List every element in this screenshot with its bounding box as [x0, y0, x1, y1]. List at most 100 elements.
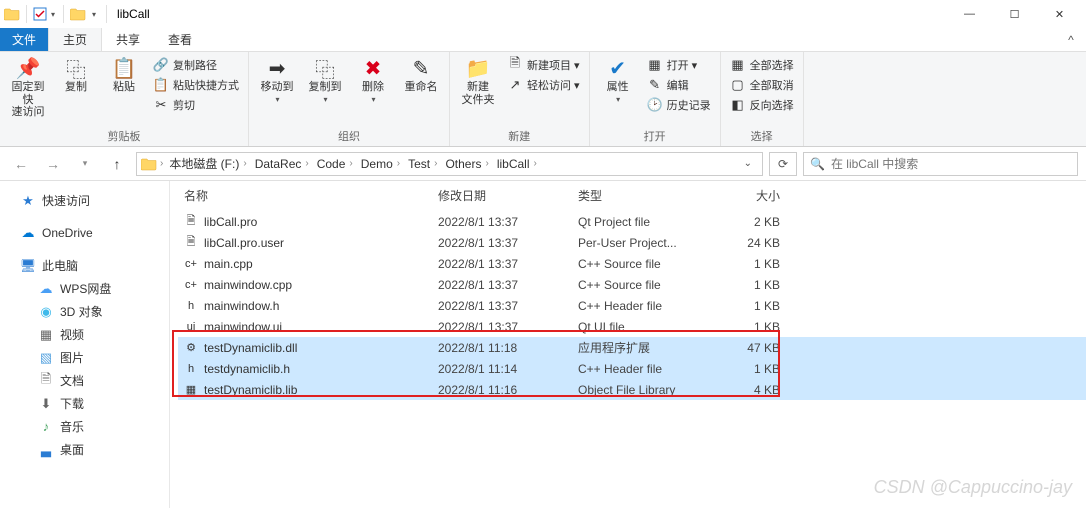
ribbon-big-button[interactable]: ⿻复制 [54, 54, 98, 96]
ribbon-big-button[interactable]: ✔属性▾ [596, 54, 640, 106]
ribbon-group-label: 选择 [727, 127, 797, 146]
breadcrumb-dropdown-icon[interactable]: ⌄ [738, 158, 758, 169]
ribbon-small-button[interactable]: 🔗复制路径 [150, 56, 242, 74]
sidebar-item[interactable]: ▦视频 [4, 323, 165, 346]
column-headers[interactable]: 名称 修改日期 类型 大小 [178, 187, 1086, 211]
search-box[interactable]: 🔍 [803, 152, 1078, 176]
qat-dropdown-icon[interactable]: ▾ [49, 10, 57, 19]
breadcrumb-item[interactable]: Others› [442, 157, 491, 171]
ribbon-small-button[interactable]: ▦打开 ▾ [644, 56, 714, 74]
qat-overflow-icon[interactable]: ▾ [88, 10, 100, 19]
sidebar-icon: 🖥 [20, 258, 36, 274]
sidebar-item[interactable]: ★快速访问 [4, 189, 165, 212]
sidebar-item[interactable]: ▃桌面 [4, 438, 165, 461]
file-icon: ⚙ [184, 341, 198, 355]
breadcrumb-folder-icon [141, 156, 157, 172]
column-header-size[interactable]: 大小 [714, 187, 780, 204]
ribbon-small-button[interactable]: 🗎新建项目 ▾ [504, 56, 583, 74]
file-row[interactable]: ⚙testDynamiclib.dll2022/8/1 11:18应用程序扩展4… [178, 337, 1086, 358]
sidebar-item[interactable]: ♪音乐 [4, 415, 165, 438]
nav-forward-button[interactable]: → [40, 151, 66, 177]
ribbon-small-button[interactable]: ✂剪切 [150, 96, 242, 114]
file-row[interactable]: uimainwindow.ui2022/8/1 13:37Qt UI file1… [178, 316, 1086, 337]
tab-2[interactable]: 查看 [154, 28, 206, 51]
ribbon-small-button[interactable]: ▦全部选择 [727, 56, 797, 74]
ribbon-small-button[interactable]: 🕑历史记录 [644, 96, 714, 114]
ribbon-small-button[interactable]: ↗轻松访问 ▾ [504, 76, 583, 94]
ribbon-big-button[interactable]: ⿻复制到▾ [303, 54, 347, 106]
column-header-name[interactable]: 名称 [178, 187, 438, 204]
ribbon-big-button[interactable]: ➡移动到▾ [255, 54, 299, 106]
breadcrumb-item[interactable]: Test› [405, 157, 440, 171]
breadcrumb-item[interactable]: Code› [314, 157, 356, 171]
tab-0[interactable]: 主页 [48, 28, 102, 51]
file-name: main.cpp [204, 257, 253, 271]
file-icon: c+ [184, 278, 198, 292]
sidebar-item-label: WPS网盘 [60, 280, 111, 297]
ribbon-big-button[interactable]: 📋粘贴 [102, 54, 146, 96]
file-row[interactable]: c+mainwindow.cpp2022/8/1 13:37C++ Source… [178, 274, 1086, 295]
quick-access-toolbar: ▾ ▾ [4, 5, 111, 23]
window-controls: — ☐ ✕ [947, 0, 1082, 28]
tab-1[interactable]: 共享 [102, 28, 154, 51]
file-row[interactable]: 🗎libCall.pro2022/8/1 13:37Qt Project fil… [178, 211, 1086, 232]
ribbon-icon: ▦ [647, 57, 663, 73]
file-row[interactable]: c+main.cpp2022/8/1 13:37C++ Source file1… [178, 253, 1086, 274]
sidebar-item[interactable]: ⬇下载 [4, 392, 165, 415]
file-list[interactable]: 名称 修改日期 类型 大小 🗎libCall.pro2022/8/1 13:37… [170, 181, 1086, 508]
chevron-down-icon: ▾ [275, 95, 279, 104]
qat-checkbox-icon[interactable] [33, 7, 47, 21]
ribbon-icon: ✎ [409, 56, 433, 80]
sidebar-icon: ♪ [38, 419, 54, 435]
sidebar-item-label: 此电脑 [42, 257, 78, 274]
navigation-pane[interactable]: ★快速访问☁OneDrive🖥此电脑☁WPS网盘◉3D 对象▦视频▧图片🗎文档⬇… [0, 181, 170, 508]
breadcrumb-item[interactable]: libCall› [494, 157, 540, 171]
ribbon-small-button[interactable]: 📋粘贴快捷方式 [150, 76, 242, 94]
folder-icon-2[interactable] [70, 6, 86, 22]
nav-up-button[interactable]: ↑ [104, 151, 130, 177]
ribbon-group-3: ✔属性▾▦打开 ▾ ✎编辑 🕑历史记录打开 [590, 52, 721, 146]
file-row[interactable]: hmainwindow.h2022/8/1 13:37C++ Header fi… [178, 295, 1086, 316]
ribbon-small-button[interactable]: ▢全部取消 [727, 76, 797, 94]
refresh-button[interactable]: ⟳ [769, 152, 797, 176]
column-header-type[interactable]: 类型 [578, 187, 714, 204]
sidebar-item[interactable]: ☁WPS网盘 [4, 277, 165, 300]
breadcrumb-item[interactable]: Demo› [358, 157, 403, 171]
ribbon-big-button[interactable]: 📌固定到快 速访问 [6, 54, 50, 121]
sidebar-item[interactable]: ☁OneDrive [4, 222, 165, 244]
sidebar-item[interactable]: 🗎文档 [4, 369, 165, 392]
ribbon-big-button[interactable]: ✖删除▾ [351, 54, 395, 106]
sidebar-item[interactable]: 🖥 此电脑 [4, 254, 165, 277]
file-row[interactable]: ▦testDynamiclib.lib2022/8/1 11:16Object … [178, 379, 1086, 400]
folder-icon [4, 6, 20, 22]
ribbon-icon: ◧ [730, 97, 746, 113]
ribbon-group-1: ➡移动到▾⿻复制到▾✖删除▾✎重命名组织 [249, 52, 450, 146]
file-name: testDynamiclib.dll [204, 341, 297, 355]
address-bar: ← → ▾ ↑ › 本地磁盘 (F:)›DataRec›Code›Demo›Te… [0, 147, 1086, 181]
ribbon-group-4: ▦全部选择 ▢全部取消 ◧反向选择选择 [721, 52, 804, 146]
file-row[interactable]: htestdynamiclib.h2022/8/1 11:14C++ Heade… [178, 358, 1086, 379]
ribbon-group-label: 打开 [596, 127, 714, 146]
search-input[interactable] [831, 157, 1071, 171]
breadcrumb-item[interactable]: DataRec› [252, 157, 312, 171]
ribbon-small-button[interactable]: ✎编辑 [644, 76, 714, 94]
close-button[interactable]: ✕ [1037, 0, 1082, 28]
ribbon-big-button[interactable]: ✎重命名 [399, 54, 443, 96]
sidebar-item[interactable]: ◉3D 对象 [4, 300, 165, 323]
nav-recent-dropdown[interactable]: ▾ [72, 151, 98, 177]
nav-back-button[interactable]: ← [8, 151, 34, 177]
column-header-date[interactable]: 修改日期 [438, 187, 578, 204]
sidebar-icon: ⬇ [38, 396, 54, 412]
sidebar-item[interactable]: ▧图片 [4, 346, 165, 369]
file-name: mainwindow.ui [204, 320, 282, 334]
breadcrumb-item[interactable]: 本地磁盘 (F:)› [166, 155, 249, 172]
ribbon-expand-icon[interactable]: ^ [1056, 28, 1086, 51]
file-row[interactable]: 🗎libCall.pro.user2022/8/1 13:37Per-User … [178, 232, 1086, 253]
ribbon-big-button[interactable]: 📁新建 文件夹 [456, 54, 500, 108]
maximize-button[interactable]: ☐ [992, 0, 1037, 28]
sidebar-icon: ▦ [38, 327, 54, 343]
file-menu-button[interactable]: 文件 [0, 28, 48, 51]
breadcrumb[interactable]: › 本地磁盘 (F:)›DataRec›Code›Demo›Test›Other… [136, 152, 763, 176]
ribbon-small-button[interactable]: ◧反向选择 [727, 96, 797, 114]
minimize-button[interactable]: — [947, 0, 992, 28]
